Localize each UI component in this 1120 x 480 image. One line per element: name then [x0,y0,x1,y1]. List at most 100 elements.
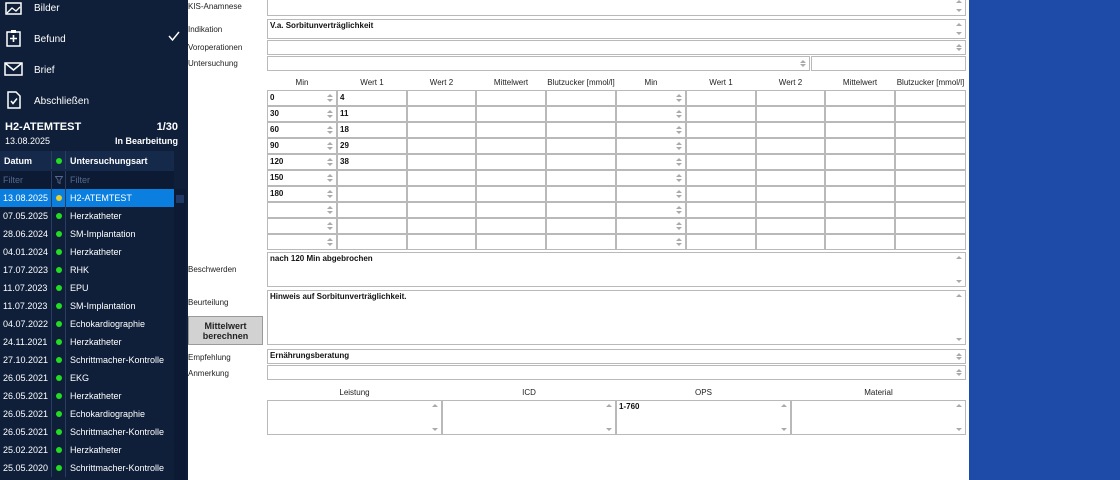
table-row[interactable]: 25.02.2021 Herzkatheter [0,441,174,459]
measurement-cell[interactable] [407,202,476,218]
spinner-icon[interactable] [326,107,334,121]
measurement-cell-right[interactable] [616,186,686,202]
measurement-cell[interactable]: 150 [267,170,337,186]
measurement-cell[interactable] [546,234,616,250]
measurement-cell-right[interactable] [825,90,895,106]
measurement-cell[interactable] [407,138,476,154]
measurement-cell[interactable] [407,218,476,234]
table-row[interactable]: 04.01.2024 Herzkatheter [0,243,174,261]
measurement-cell[interactable]: 38 [337,154,407,170]
measurement-cell[interactable]: 60 [267,122,337,138]
measurement-cell-right[interactable] [616,234,686,250]
anmerkung-field[interactable] [267,365,966,380]
spinner-icon[interactable] [675,187,683,201]
scroll-arrows-icon[interactable] [799,57,807,70]
spinner-icon[interactable] [675,91,683,105]
spinner-icon[interactable] [675,203,683,217]
measurement-cell[interactable] [267,218,337,234]
measurement-cell[interactable] [546,186,616,202]
measurement-cell-right[interactable] [825,122,895,138]
measurement-cell[interactable] [476,186,546,202]
indikation-field[interactable]: V.a. Sorbitunverträglichkeit [267,19,966,39]
measurement-cell-right[interactable] [686,154,756,170]
scroll-arrows-icon[interactable] [605,401,613,434]
scroll-arrows-icon[interactable] [955,291,963,344]
measurement-cell-right[interactable] [616,170,686,186]
spinner-icon[interactable] [326,203,334,217]
measurement-cell[interactable] [476,234,546,250]
measurement-cell-right[interactable] [686,170,756,186]
measurement-cell-right[interactable] [686,106,756,122]
spinner-icon[interactable] [326,171,334,185]
measurement-cell-right[interactable] [825,138,895,154]
beschwerden-field[interactable]: nach 120 Min abgebrochen [267,252,966,287]
scrollbar-thumb[interactable] [176,195,184,203]
measurement-cell[interactable] [337,170,407,186]
measurement-cell-right[interactable] [825,154,895,170]
grid-scrollbar[interactable] [174,189,186,480]
filter-type-input[interactable]: Filter [70,175,90,185]
measurement-cell[interactable]: 120 [267,154,337,170]
spinner-icon[interactable] [675,139,683,153]
measurement-cell-right[interactable] [616,202,686,218]
measurement-cell-right[interactable] [825,106,895,122]
measurement-cell[interactable]: 180 [267,186,337,202]
column-header-date[interactable]: Datum [4,156,32,166]
spinner-icon[interactable] [326,123,334,137]
measurement-cell-right[interactable] [895,90,966,106]
measurement-cell[interactable]: 90 [267,138,337,154]
scroll-arrows-icon[interactable] [955,366,963,379]
measurement-cell[interactable] [546,106,616,122]
scroll-arrows-icon[interactable] [955,0,963,15]
measurement-cell[interactable] [476,90,546,106]
scroll-arrows-icon[interactable] [955,41,963,54]
measurement-cell[interactable] [546,202,616,218]
untersuchung-field[interactable] [267,56,810,71]
measurement-cell-right[interactable] [895,202,966,218]
ops-field[interactable]: 1-760 [616,400,791,435]
scroll-arrows-icon[interactable] [955,20,963,38]
measurement-cell-right[interactable] [756,186,825,202]
voroperationen-field[interactable] [267,40,966,55]
nav-item-bilder[interactable]: Bilder [0,0,188,24]
table-row[interactable]: 28.06.2024 SM-Implantation [0,225,174,243]
table-row[interactable]: 11.07.2023 SM-Implantation [0,297,174,315]
measurement-cell-right[interactable] [616,122,686,138]
nav-item-befund[interactable]: Befund [0,24,188,55]
measurement-cell-right[interactable] [616,106,686,122]
table-row[interactable]: 25.05.2020 Schrittmacher-Kontrolle [0,459,174,477]
table-row[interactable]: 04.07.2022 Echokardiographie [0,315,174,333]
table-row[interactable]: 26.05.2021 Echokardiographie [0,405,174,423]
measurement-cell-right[interactable] [616,138,686,154]
measurement-cell-right[interactable] [686,218,756,234]
table-row[interactable]: 26.05.2021 Schrittmacher-Kontrolle [0,423,174,441]
measurement-cell-right[interactable] [825,202,895,218]
spinner-icon[interactable] [675,235,683,249]
measurement-cell-right[interactable] [895,186,966,202]
measurement-cell-right[interactable] [825,186,895,202]
measurement-cell[interactable] [407,106,476,122]
scroll-arrows-icon[interactable] [955,350,963,363]
measurement-cell-right[interactable] [825,218,895,234]
spinner-icon[interactable] [326,155,334,169]
measurement-cell-right[interactable] [686,138,756,154]
measurement-cell[interactable] [337,202,407,218]
measurement-cell[interactable] [546,170,616,186]
measurement-cell[interactable] [407,154,476,170]
measurement-cell-right[interactable] [756,218,825,234]
beurteilung-field[interactable]: Hinweis auf Sorbitunverträglichkeit. [267,290,966,345]
spinner-icon[interactable] [326,219,334,233]
measurement-cell-right[interactable] [686,234,756,250]
spinner-icon[interactable] [326,91,334,105]
spinner-icon[interactable] [675,107,683,121]
measurement-cell-right[interactable] [686,186,756,202]
measurement-cell-right[interactable] [686,122,756,138]
measurement-cell[interactable] [337,218,407,234]
measurement-cell[interactable] [476,218,546,234]
measurement-cell[interactable]: 30 [267,106,337,122]
measurement-cell[interactable] [476,154,546,170]
table-row[interactable]: 26.05.2021 Herzkatheter [0,387,174,405]
measurement-cell-right[interactable] [686,90,756,106]
spinner-icon[interactable] [326,235,334,249]
measurement-cell-right[interactable] [756,202,825,218]
